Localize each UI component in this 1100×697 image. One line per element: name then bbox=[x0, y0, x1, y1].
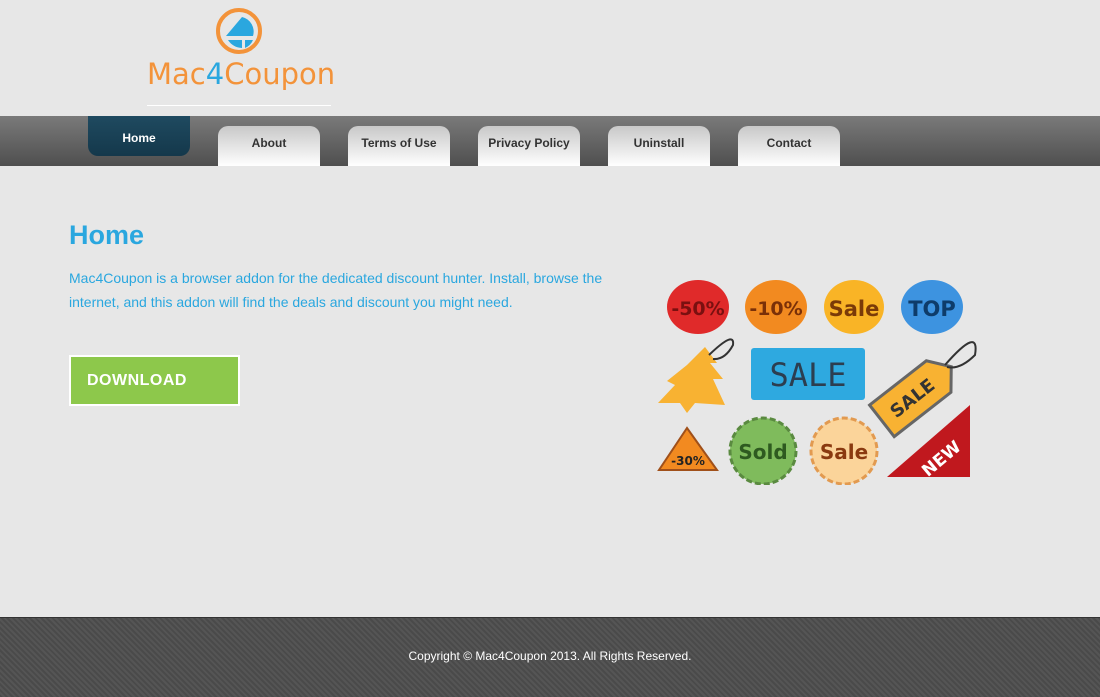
nav-home[interactable]: Home bbox=[88, 116, 190, 156]
copyright-text: Copyright © Mac4Coupon 2013. All Rights … bbox=[408, 649, 692, 663]
main-nav: Home About Terms of Use Privacy Policy U… bbox=[0, 116, 1100, 166]
svg-text:Sold: Sold bbox=[738, 440, 787, 464]
logo-text: Mac4Coupon bbox=[147, 57, 336, 91]
svg-text:-10%: -10% bbox=[749, 298, 802, 320]
nav-contact[interactable]: Contact bbox=[738, 126, 840, 166]
svg-text:SALE: SALE bbox=[769, 356, 846, 394]
svg-text:TOP: TOP bbox=[908, 297, 956, 321]
svg-text:-50%: -50% bbox=[671, 298, 724, 320]
svg-text:Sale: Sale bbox=[820, 440, 868, 464]
footer: Copyright © Mac4Coupon 2013. All Rights … bbox=[0, 617, 1100, 697]
nav-privacy-policy[interactable]: Privacy Policy bbox=[478, 126, 580, 166]
sale-tags-image: -50% -10% Sale TOP SALE SALE -30% Sold S… bbox=[657, 280, 977, 485]
page-title: Home bbox=[69, 220, 145, 250]
logo-divider bbox=[147, 105, 331, 106]
tree-tag bbox=[658, 347, 725, 413]
svg-text:Sale: Sale bbox=[829, 297, 880, 321]
page-description: Mac4Coupon is a browser addon for the de… bbox=[69, 270, 603, 310]
download-button[interactable]: DOWNLOAD bbox=[69, 355, 240, 406]
nav-terms-of-use[interactable]: Terms of Use bbox=[348, 126, 450, 166]
nav-uninstall[interactable]: Uninstall bbox=[608, 126, 710, 166]
svg-text:-30%: -30% bbox=[671, 454, 705, 468]
logo-icon bbox=[216, 8, 262, 54]
nav-about[interactable]: About bbox=[218, 126, 320, 166]
site-logo[interactable]: Mac4Coupon bbox=[147, 6, 336, 106]
